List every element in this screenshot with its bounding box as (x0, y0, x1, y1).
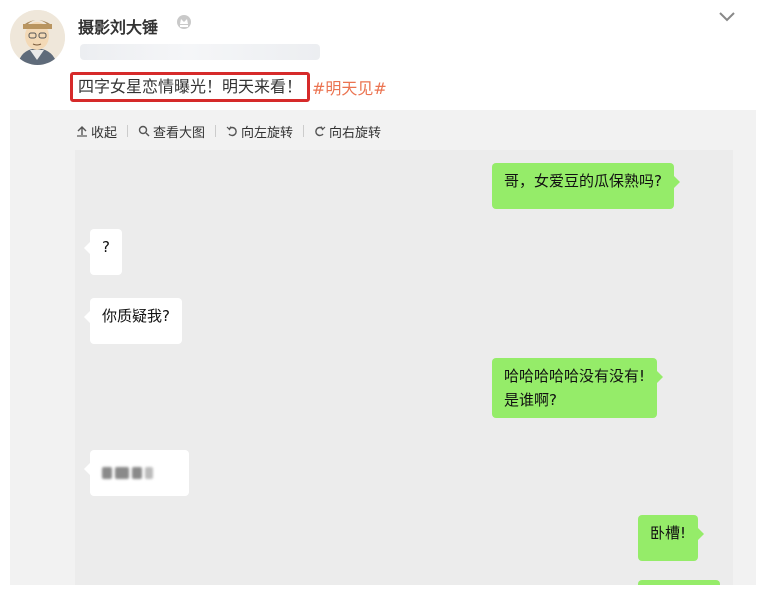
media-panel: 收起 查看大图 向左旋转 向右旋转 哥，女爱豆的瓜保熟吗? ? 你质疑我? 哈哈… (10, 110, 756, 585)
hashtag-link[interactable]: #明天见# (312, 75, 387, 99)
view-large-label: 查看大图 (153, 125, 206, 141)
chat-bubble-line: 哈哈哈哈哈没有没有! (504, 367, 646, 385)
chat-bubble-right-partial (638, 580, 720, 585)
post-text: 四字女星恋情曝光！明天来看！ #明天见# (70, 72, 387, 102)
view-large-button[interactable]: 查看大图 (138, 122, 205, 141)
rotate-right-button[interactable]: 向右旋转 (314, 122, 381, 141)
chat-bubble-left: 你质疑我? (84, 298, 182, 344)
chat-bubble-right: 哥，女爱豆的瓜保熟吗? (492, 163, 680, 209)
chat-bubble-line: 是谁啊? (504, 391, 557, 409)
rotate-right-label: 向右旋转 (329, 125, 382, 141)
search-icon (138, 125, 150, 137)
collapse-label: 收起 (91, 125, 118, 141)
toolbar-divider (127, 125, 129, 137)
chevron-down-icon[interactable] (718, 8, 736, 22)
rotate-left-label: 向左旋转 (241, 125, 294, 141)
chat-bubble-left: ? (84, 229, 122, 275)
post-header: 摄影刘大锤 四字女星恋情曝光！明天来看！ #明天见# (0, 0, 766, 110)
blurred-text (102, 456, 177, 490)
highlighted-headline: 四字女星恋情曝光！明天来看！ (70, 72, 311, 102)
vip-icon (176, 14, 192, 30)
avatar[interactable] (10, 10, 65, 65)
chat-bubble-left-blurred (84, 450, 189, 496)
toolbar-divider (215, 125, 217, 137)
collapse-arrow-icon (77, 126, 87, 137)
rotate-right-icon (315, 126, 326, 137)
blurred-post-meta (80, 44, 320, 60)
toolbar-divider (303, 125, 305, 137)
chat-bubble-right: 卧槽! (638, 515, 705, 561)
rotate-left-icon (226, 126, 237, 137)
rotate-left-button[interactable]: 向左旋转 (226, 122, 293, 141)
collapse-button[interactable]: 收起 (76, 122, 117, 141)
username[interactable]: 摄影刘大锤 (78, 14, 158, 38)
image-toolbar: 收起 查看大图 向左旋转 向右旋转 (76, 120, 381, 142)
chat-bubble-right: 哈哈哈哈哈没有没有! 是谁啊? (492, 358, 664, 418)
chat-screenshot: 哥，女爱豆的瓜保熟吗? ? 你质疑我? 哈哈哈哈哈没有没有! 是谁啊? 卧槽! (75, 150, 733, 585)
